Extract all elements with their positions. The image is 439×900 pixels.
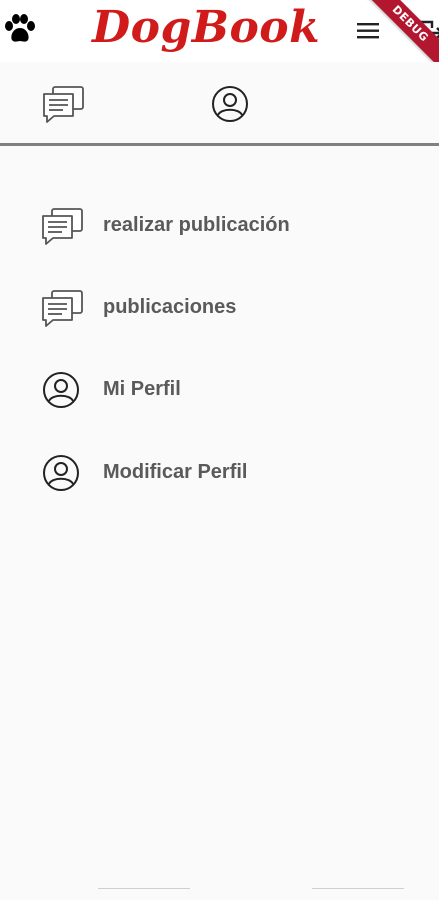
paw-icon[interactable] [2,11,38,47]
drawer-item-label: publicaciones [103,296,237,318]
drawer-item-label: Modificar Perfil [103,461,248,483]
tab-bar [0,62,439,146]
drawer-item-label: realizar publicación [103,214,290,236]
app-bar: DogBook DEBUG [0,0,439,78]
drawer-item-publicaciones[interactable]: publicaciones [0,278,439,338]
profile-icon [43,372,79,408]
chat-icon[interactable] [41,84,85,124]
profile-icon [43,455,79,491]
drawer-item-modificar-perfil[interactable]: Modificar Perfil [0,443,439,503]
drawer-item-mi-perfil[interactable]: Mi Perfil [0,360,439,420]
drawer-item-realizar-publicacion[interactable]: realizar publicación [0,196,439,256]
chat-icon [42,208,83,245]
tab-divider [0,143,439,146]
drawer-item-label: Mi Perfil [103,378,181,400]
app-title: DogBook [92,2,321,53]
profile-icon[interactable] [210,84,250,124]
bottom-divider-left [98,888,190,889]
menu-icon[interactable] [357,21,381,41]
chat-icon [42,290,83,327]
bottom-divider-right [312,888,404,889]
